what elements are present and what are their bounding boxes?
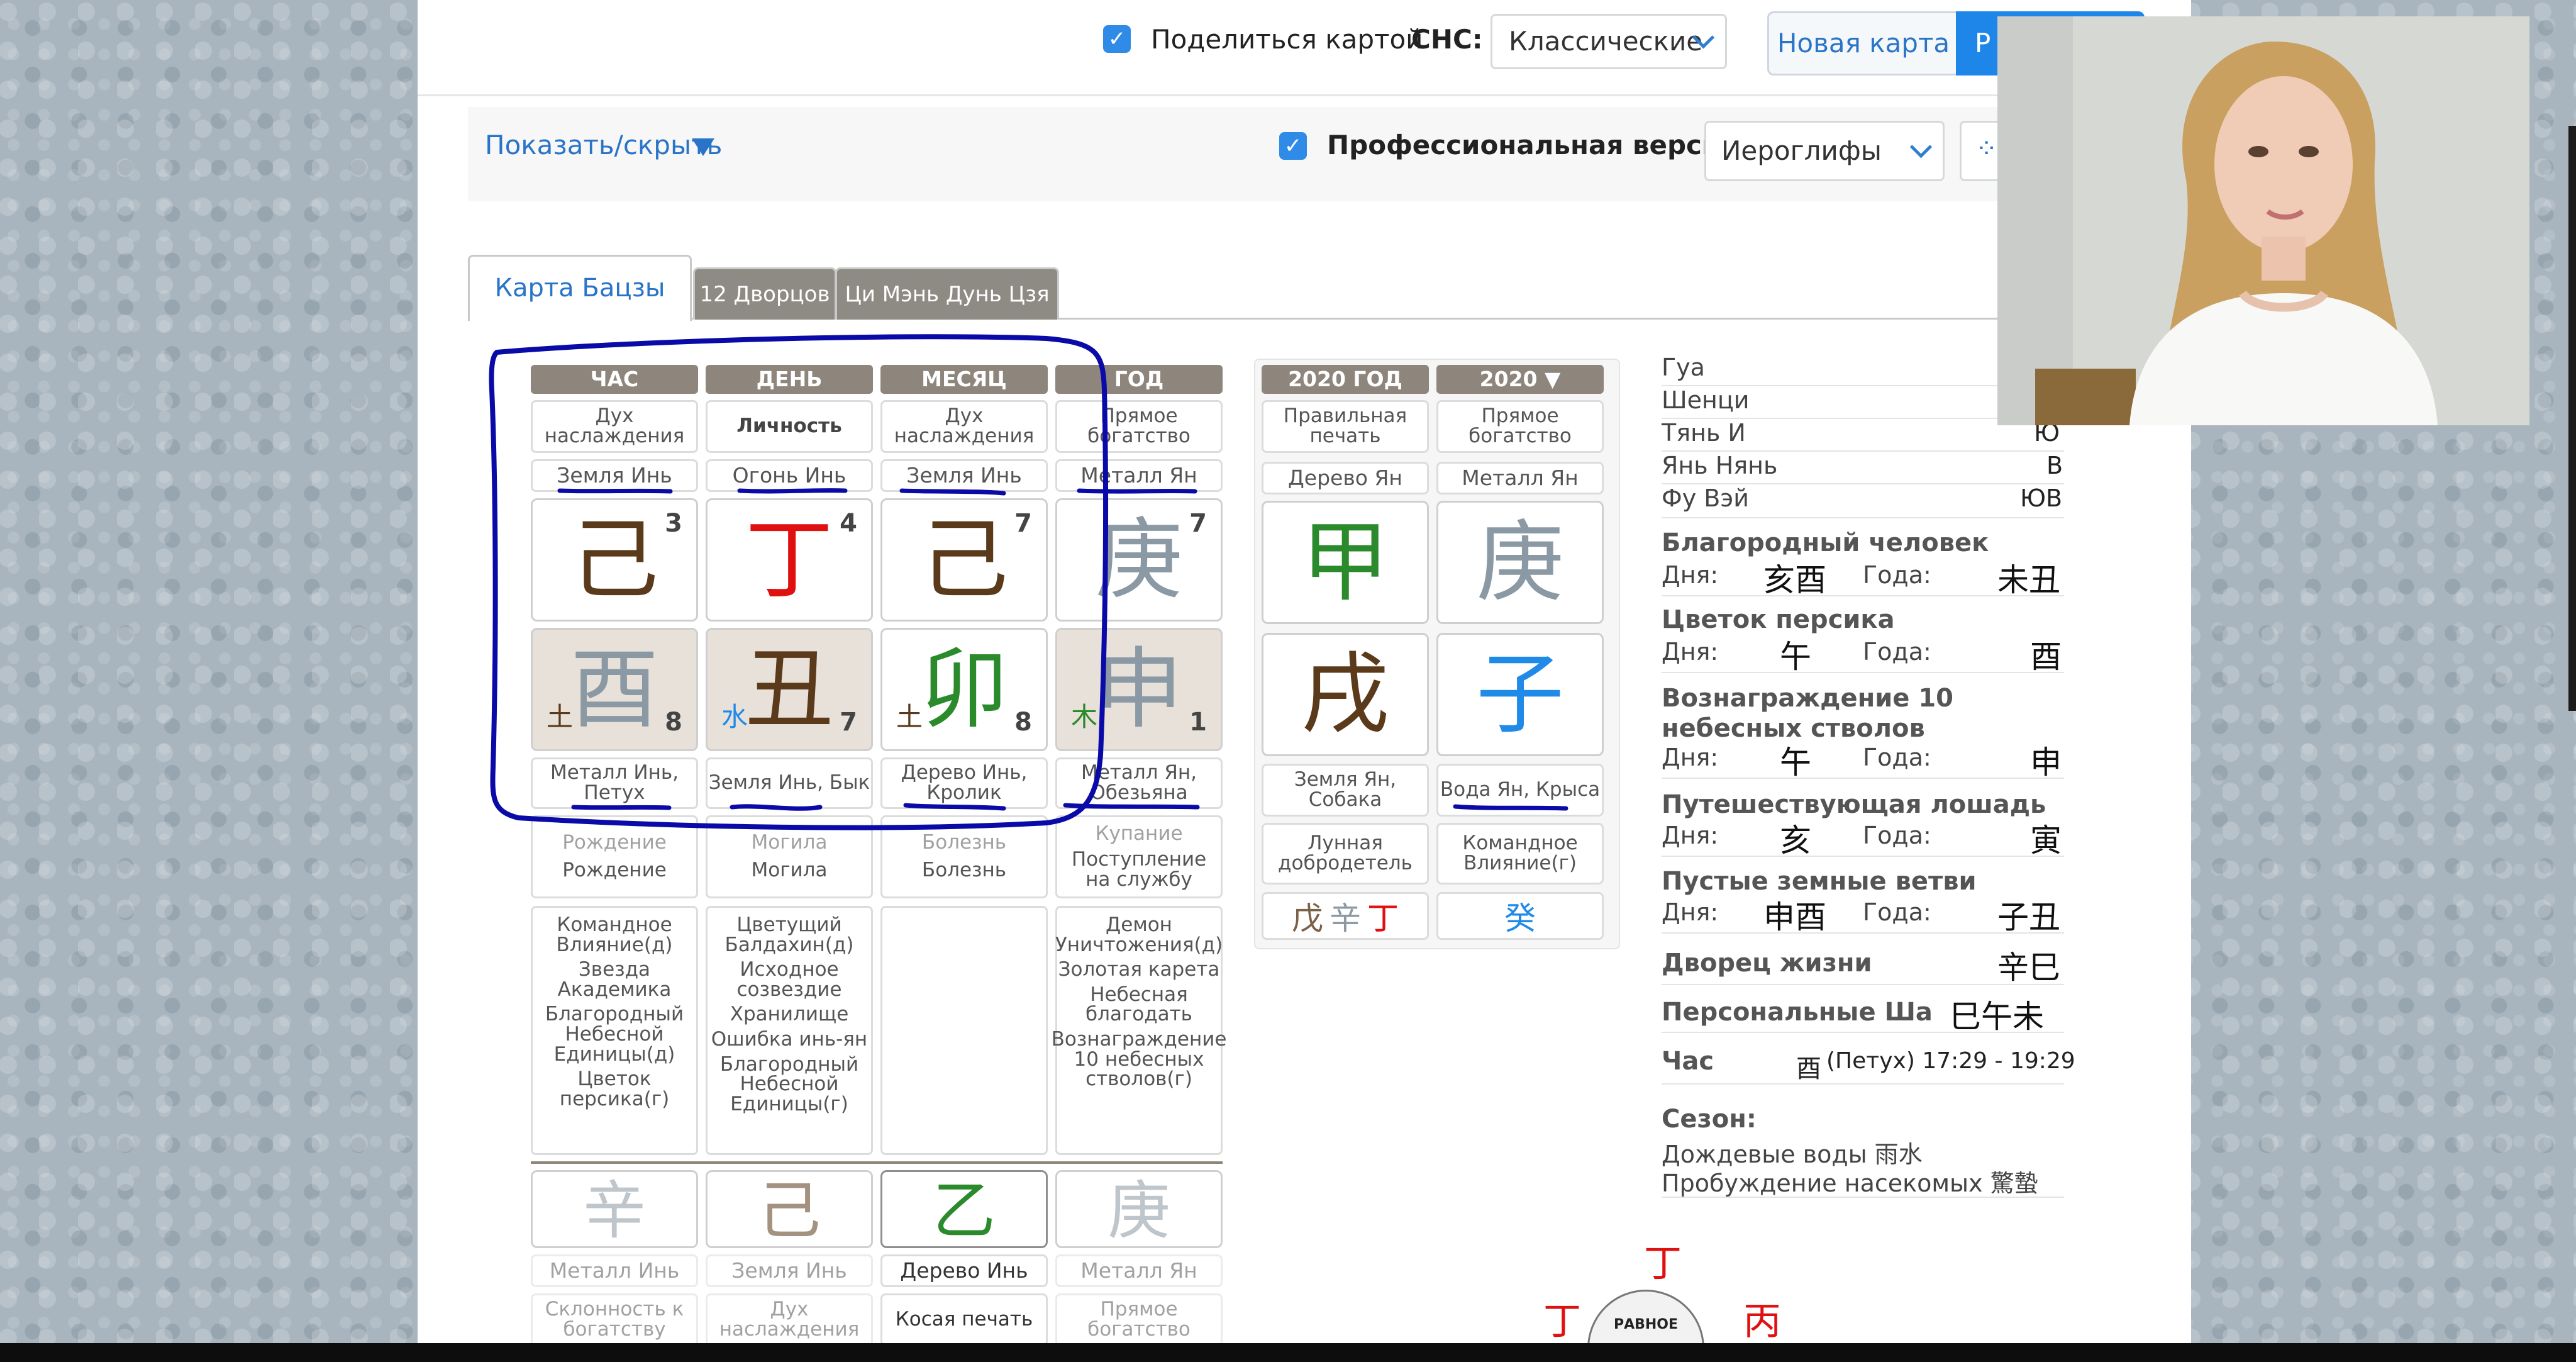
tab-bazi-chart[interactable]: Карта Бацзы: [468, 255, 692, 321]
webcam-overlay: [1997, 16, 2529, 425]
screen-bottom-bar: [0, 1343, 2576, 1362]
bazi-page: ✓ Поделиться картой СНС: Классические Но…: [418, 0, 2191, 1343]
pen-annotations: [489, 334, 1568, 830]
screen-edge-strip: [2568, 126, 2576, 711]
webcam-presenter-image: [1997, 16, 2529, 425]
